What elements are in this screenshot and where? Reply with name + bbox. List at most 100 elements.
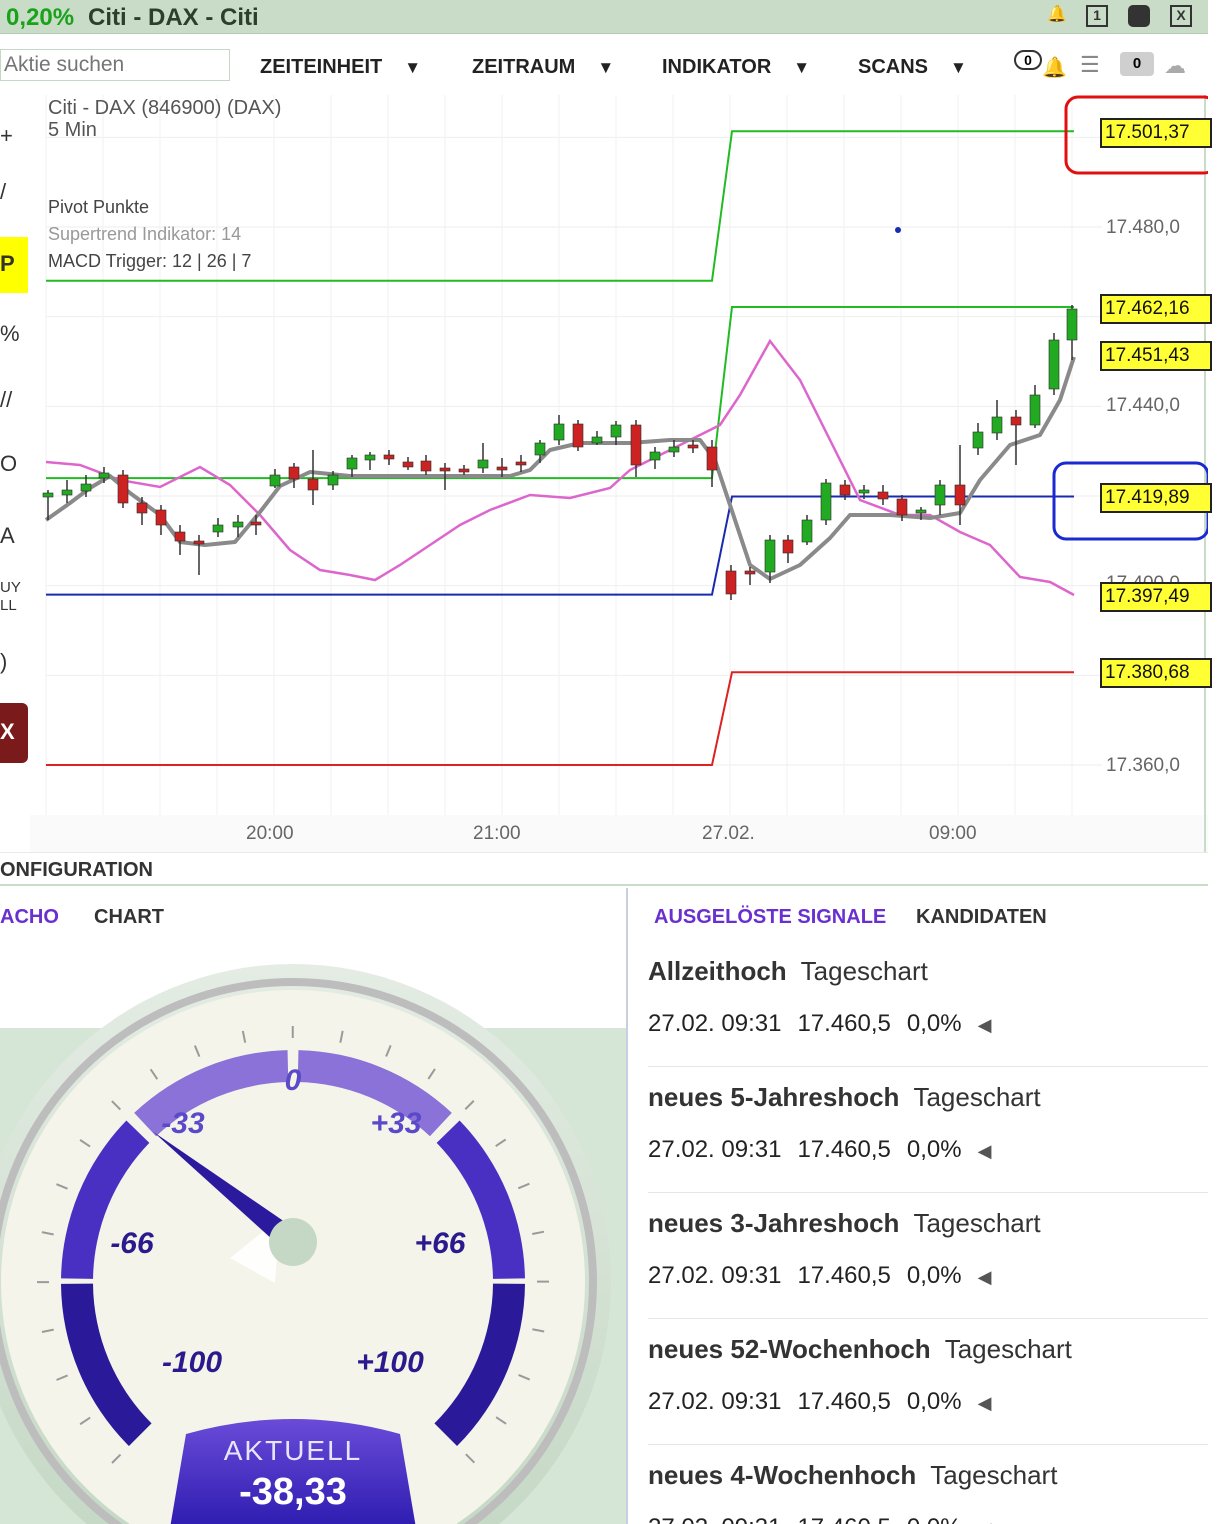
delete-tool-icon[interactable]: X xyxy=(0,703,28,763)
candle-up xyxy=(915,509,927,514)
gauge-label-minus100: -100 xyxy=(162,1346,222,1379)
percent-tool-icon[interactable]: % xyxy=(0,321,28,347)
candle-up xyxy=(668,446,680,453)
gauge-label-0: 0 xyxy=(285,1064,302,1097)
signal-price: 17.460,5 xyxy=(797,1388,891,1415)
speaker-icon[interactable]: ◀ xyxy=(978,1519,992,1524)
candle-up xyxy=(1066,308,1078,341)
x-tick: 09:00 xyxy=(929,823,977,844)
menu-indikator[interactable]: INDIKATOR ▼ xyxy=(662,56,810,79)
signal-date: 27.02. 09:31 xyxy=(648,1388,782,1415)
buy-tool-label[interactable]: UY xyxy=(0,579,28,596)
bell-icon[interactable]: 🔔 xyxy=(1046,5,1068,27)
maximize-icon[interactable]: 1 xyxy=(1086,5,1108,27)
signal-meta: 27.02. 09:31 17.460,5 0,0% ◀ xyxy=(648,1388,1007,1416)
search-input[interactable] xyxy=(0,49,230,81)
candle-up xyxy=(972,431,984,449)
candle-up xyxy=(477,459,489,469)
candle-down xyxy=(572,423,584,448)
candle-down xyxy=(307,478,319,491)
price-label-s1: 17.380,68 xyxy=(1100,658,1212,688)
drawing-tools: + / P % // O A UY LL ) X xyxy=(0,95,30,855)
speaker-icon[interactable]: ◀ xyxy=(978,1267,992,1287)
text-tool-icon[interactable]: A xyxy=(0,523,28,549)
chart-marker-dot xyxy=(895,227,901,233)
candle-up xyxy=(649,451,661,461)
menu-label: INDIKATOR xyxy=(662,56,772,78)
signals-panel: AUSGELÖSTE SIGNALE KANDIDATEN Allzeithoc… xyxy=(632,888,1208,1524)
candle-up xyxy=(591,436,603,444)
candle-up xyxy=(269,474,281,487)
candle-up xyxy=(42,492,54,498)
price-label-current: 17.451,43 xyxy=(1100,341,1212,371)
alert-bell-icon[interactable]: 🔔 xyxy=(1042,55,1067,81)
candle-up xyxy=(212,524,224,533)
candle-down xyxy=(515,461,527,466)
signal-percent: 0,0% xyxy=(906,1388,962,1415)
signal-row[interactable]: neues 3-Jahreshoch Tageschart 27.02. 09:31… xyxy=(648,1208,1208,1328)
signal-percent: 0,0% xyxy=(906,1010,962,1037)
signal-row[interactable]: neues 52-Wochenhoch Tageschart 27.02. 09:3… xyxy=(648,1334,1208,1454)
signal-date: 27.02. 09:31 xyxy=(648,1514,781,1524)
candle-down xyxy=(896,498,908,516)
candle-up xyxy=(534,442,546,456)
crosshair-tool-icon[interactable]: + xyxy=(0,123,28,149)
gauge-label-plus33: +33 xyxy=(371,1107,422,1140)
sound-tool-icon[interactable]: ) xyxy=(0,649,28,675)
menu-zeiteinheit[interactable]: ZEITEINHEIT ▼ xyxy=(260,56,421,79)
chevron-down-icon: ▼ xyxy=(793,58,811,77)
alert-count-badge[interactable]: 0 xyxy=(1014,50,1042,70)
speaker-icon[interactable]: ◀ xyxy=(978,1393,992,1413)
folder-count-badge[interactable]: 0 xyxy=(1120,52,1154,76)
tab-kandidaten[interactable]: KANDIDATEN xyxy=(916,906,1047,929)
minimize-icon[interactable] xyxy=(1128,5,1150,27)
signal-chart-type: Tageschart xyxy=(913,1208,1041,1238)
candle-down xyxy=(744,570,756,575)
signal-price: 17.460,5 xyxy=(797,1010,891,1037)
tab-chart[interactable]: CHART xyxy=(94,906,164,929)
candle-down xyxy=(174,531,186,542)
menu-zeitraum[interactable]: ZEITRAUM ▼ xyxy=(472,56,614,79)
price-label-pivot: 17.419,89 xyxy=(1100,483,1212,513)
signal-name: neues 52-Wochenhoch Tageschart xyxy=(648,1334,1072,1365)
candle-up xyxy=(858,489,870,494)
configuration-bar[interactable]: ONFIGURATION xyxy=(0,852,1208,886)
speaker-icon[interactable]: ◀ xyxy=(978,1141,992,1161)
price-label-supertrend: 17.397,49 xyxy=(1100,582,1212,612)
menu-scans[interactable]: SCANS ▼ xyxy=(858,56,967,79)
signal-title: neues 52-Wochenhoch xyxy=(648,1334,931,1364)
signal-row[interactable]: neues 5-Jahreshoch Tageschart 27.02. 09:31… xyxy=(648,1082,1208,1202)
title-bar: 0,20% Citi - DAX - Citi 🔔 1 X xyxy=(0,0,1208,34)
line-tool-icon[interactable]: / xyxy=(0,179,28,205)
signal-name: Allzeithoch Tageschart xyxy=(648,956,928,987)
pivot-tool-icon[interactable]: P xyxy=(0,237,28,293)
chevron-down-icon: ▼ xyxy=(404,58,422,77)
speaker-icon[interactable]: ◀ xyxy=(978,1015,992,1035)
price-chart[interactable]: Citi - DAX (846900) (DAX) 5 Min Pivot Pu… xyxy=(30,95,1212,855)
candle-up xyxy=(364,454,376,461)
candle-up xyxy=(61,489,73,496)
indicator-macd[interactable]: MACD Trigger: 12 | 26 | 7 xyxy=(48,251,251,272)
tab-ausgeloeste-signale[interactable]: AUSGELÖSTE SIGNALE xyxy=(654,906,886,929)
indicator-pivot[interactable]: Pivot Punkte xyxy=(48,197,149,218)
circle-tool-icon[interactable]: O xyxy=(0,451,28,477)
indicator-supertrend[interactable]: Supertrend Indikator: 14 xyxy=(48,224,241,245)
tab-tacho[interactable]: ACHO xyxy=(0,906,59,929)
y-tick: 17.440,0 xyxy=(1106,395,1180,416)
candle-down xyxy=(383,454,395,460)
signal-row[interactable]: Allzeithoch Tageschart 27.02. 09:31 17.460,… xyxy=(648,956,1208,1076)
cloud-icon[interactable]: ☁ xyxy=(1164,53,1186,79)
candle-up xyxy=(80,483,92,492)
close-icon[interactable]: X xyxy=(1170,5,1192,27)
candle-down xyxy=(630,424,642,466)
signal-name: neues 3-Jahreshoch Tageschart xyxy=(648,1208,1041,1239)
candle-down xyxy=(439,467,451,472)
signal-row[interactable]: neues 4-Wochenhoch Tageschart 27.02. 09:31… xyxy=(648,1460,1208,1524)
menu-label: ZEITRAUM xyxy=(472,56,576,78)
channel-tool-icon[interactable]: // xyxy=(0,387,28,413)
sell-tool-label[interactable]: LL xyxy=(0,597,28,614)
chart-canvas xyxy=(30,95,1208,855)
chevron-down-icon: ▼ xyxy=(597,58,615,77)
watchlist-add-icon[interactable]: ☰ xyxy=(1080,52,1110,78)
x-axis-strip xyxy=(30,815,1208,855)
